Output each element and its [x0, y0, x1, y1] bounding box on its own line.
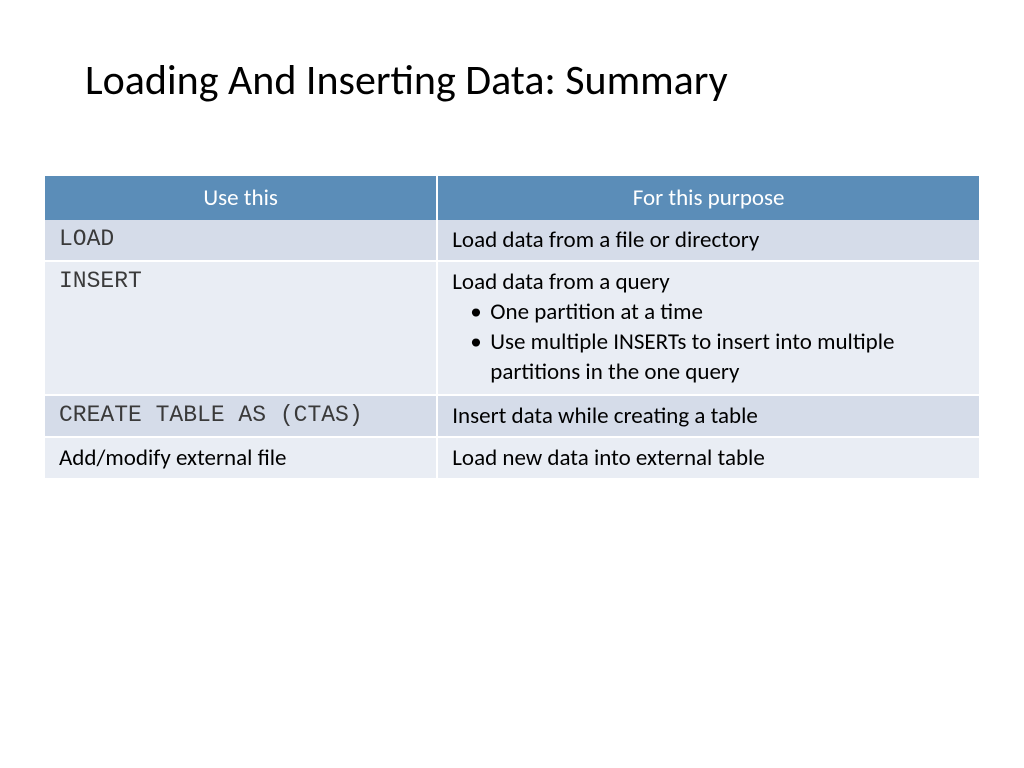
- purpose-bullet: One partition at a time: [462, 298, 965, 328]
- purpose-bullets: One partition at a time Use multiple INS…: [452, 298, 965, 388]
- table-row: Add/modify external file Load new data i…: [45, 437, 979, 479]
- cell-use: INSERT: [45, 261, 437, 395]
- cell-use: Add/modify external file: [45, 437, 437, 479]
- cell-purpose: Load data from a file or directory: [437, 220, 979, 261]
- cell-use: LOAD: [45, 220, 437, 261]
- table-row: INSERT Load data from a query One partit…: [45, 261, 979, 395]
- table-row: LOAD Load data from a file or directory: [45, 220, 979, 261]
- purpose-text: Load data from a query: [452, 268, 965, 296]
- page-title: Loading And Inserting Data: Summary: [45, 55, 979, 106]
- cell-purpose: Insert data while creating a table: [437, 395, 979, 437]
- cell-purpose: Load data from a query One partition at …: [437, 261, 979, 395]
- summary-table: Use this For this purpose LOAD Load data…: [45, 176, 979, 480]
- table-row: CREATE TABLE AS (CTAS) Insert data while…: [45, 395, 979, 437]
- cell-use: CREATE TABLE AS (CTAS): [45, 395, 437, 437]
- purpose-bullet: Use multiple INSERTs to insert into mult…: [462, 328, 965, 388]
- header-use-this: Use this: [45, 176, 437, 220]
- cell-purpose: Load new data into external table: [437, 437, 979, 479]
- header-for-purpose: For this purpose: [437, 176, 979, 220]
